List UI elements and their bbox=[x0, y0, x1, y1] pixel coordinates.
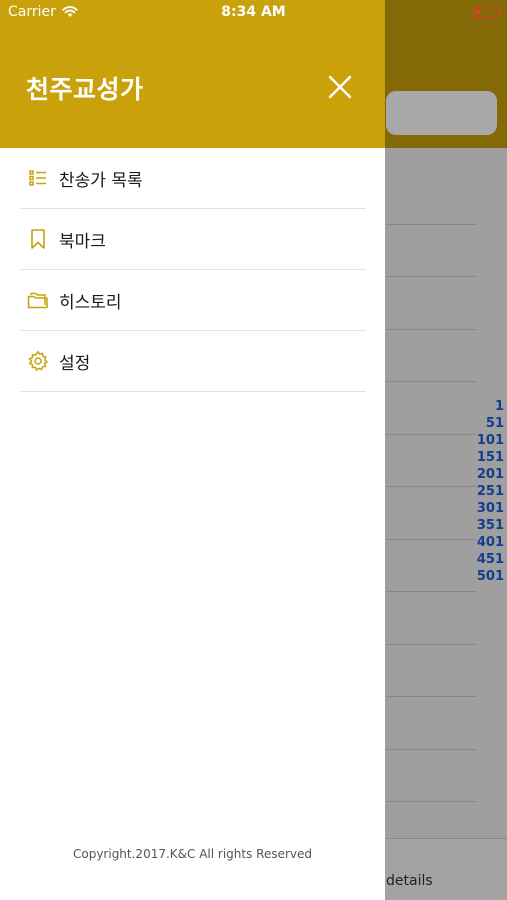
menu-item-bookmark[interactable]: 북마크 bbox=[20, 209, 366, 270]
close-icon bbox=[328, 75, 352, 99]
list-icon bbox=[26, 166, 50, 190]
drawer-menu: 찬송가 목록 북마크 히스토리 설정 bbox=[20, 148, 366, 392]
navigation-drawer: 천주교성가 찬송가 목록 북마크 히스토리 설정 Copyright.2017.… bbox=[0, 0, 385, 900]
status-bar: Carrier 8:34 AM bbox=[0, 0, 507, 27]
battery-icon bbox=[473, 6, 502, 18]
drawer-title: 천주교성가 bbox=[26, 75, 144, 104]
menu-label: 북마크 bbox=[59, 231, 106, 252]
copyright-text: Copyright.2017.K&C All rights Reserved bbox=[72, 847, 313, 861]
bookmark-icon bbox=[26, 227, 50, 251]
menu-label: 히스토리 bbox=[59, 292, 122, 313]
menu-item-history[interactable]: 히스토리 bbox=[20, 270, 366, 331]
menu-item-hymn-list[interactable]: 찬송가 목록 bbox=[20, 148, 366, 209]
gear-icon bbox=[26, 349, 50, 373]
menu-label: 찬송가 목록 bbox=[59, 170, 143, 191]
menu-label: 설정 bbox=[59, 353, 91, 374]
menu-item-settings[interactable]: 설정 bbox=[20, 331, 366, 392]
close-button[interactable] bbox=[324, 71, 356, 103]
status-time: 8:34 AM bbox=[221, 4, 286, 20]
folder-icon bbox=[26, 288, 50, 312]
